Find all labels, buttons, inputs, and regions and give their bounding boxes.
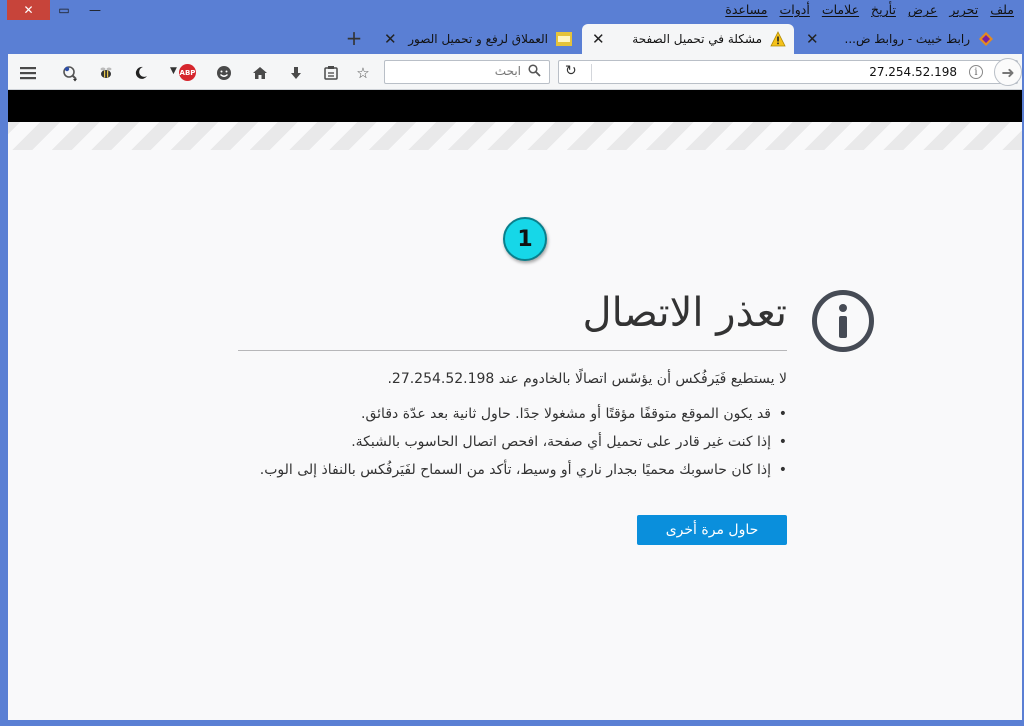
info-icon[interactable]: i (969, 65, 983, 79)
tab-malicious-link[interactable]: رابط خبيث - روابط ض... ✕ (796, 24, 1002, 54)
tab-title: رابط خبيث - روابط ض... (844, 32, 971, 46)
tab-image-host[interactable]: العملاق لرفع و تحميل الصور ✕ (374, 24, 580, 54)
error-reasons-list: • قد يكون الموقع متوقفًا مؤقتًا أو مشغولا… (227, 404, 787, 488)
menu-view[interactable]: عرض (908, 2, 937, 20)
divider (238, 350, 787, 351)
bullet-icon: • (778, 462, 787, 478)
warning-icon (770, 31, 786, 47)
info-circle-icon (812, 290, 874, 352)
black-banner (8, 90, 1022, 122)
bullet-icon: • (778, 434, 787, 450)
menu-bookmarks[interactable]: علامات (822, 2, 859, 20)
maximize-icon: ▭ (58, 3, 70, 17)
menu-bar: ملف تحرير عرض تأريخ علامات أدوات مساعدة (725, 2, 1014, 20)
menu-tools[interactable]: أدوات (780, 2, 810, 20)
bee-icon[interactable] (96, 63, 116, 83)
browser-window: ✕ ▭ — ملف تحرير عرض تأريخ علامات أدوات م… (0, 0, 1024, 726)
adblock-plus-icon[interactable]: ABP (179, 64, 196, 81)
chevron-down-icon[interactable]: ▼ (170, 66, 177, 76)
step-number-badge: 1 (503, 217, 547, 261)
search-icon (528, 64, 541, 81)
search-bar[interactable] (384, 60, 550, 84)
window-maximize-button[interactable]: ▭ (55, 0, 73, 20)
moon-icon[interactable] (131, 63, 151, 83)
list-item: • قد يكون الموقع متوقفًا مؤقتًا أو مشغولا… (361, 406, 787, 422)
reload-icon[interactable]: ↻ (565, 63, 577, 79)
new-tab-button[interactable]: + (344, 26, 364, 50)
menu-help[interactable]: مساعدة (725, 2, 767, 20)
reader-list-icon[interactable] (321, 63, 341, 83)
url-text[interactable]: 27.254.52.198 (869, 65, 957, 79)
menu-icon[interactable] (18, 63, 38, 83)
divider (591, 64, 592, 81)
close-icon: ✕ (23, 3, 34, 17)
navigation-toolbar: 27.254.52.198 i ↻ ➜ ☆ ABP ▼ (8, 54, 1022, 90)
window-close-button[interactable]: ✕ (7, 0, 50, 20)
download-icon[interactable] (286, 63, 306, 83)
window-minimize-button[interactable]: — (86, 0, 104, 20)
back-button[interactable]: ➜ (994, 58, 1022, 86)
bullet-icon: • (778, 406, 787, 422)
close-tab-icon[interactable]: ✕ (806, 30, 819, 48)
smiley-icon[interactable] (214, 63, 234, 83)
window-border (0, 720, 1024, 726)
tab-strip: رابط خبيث - روابط ض... ✕ مشكلة في تحميل … (0, 24, 1024, 54)
menu-file[interactable]: ملف (990, 2, 1014, 20)
list-item: • إذا كنت غير قادر على تحميل أي صفحة، افح… (351, 434, 787, 450)
warning-stripes (8, 122, 1022, 150)
try-again-button[interactable]: حاول مرة أخرى (637, 515, 787, 545)
extension-icon[interactable] (60, 63, 80, 83)
tab-page-load-problem[interactable]: مشكلة في تحميل الصفحة ✕ (582, 24, 794, 54)
title-bar: ✕ ▭ — ملف تحرير عرض تأريخ علامات أدوات م… (0, 0, 1024, 22)
tab-title: مشكلة في تحميل الصفحة (632, 32, 762, 46)
site-logo-icon (978, 31, 994, 47)
star-icon[interactable]: ☆ (353, 63, 373, 83)
close-tab-icon[interactable]: ✕ (384, 30, 397, 48)
menu-history[interactable]: تأريخ (871, 2, 896, 20)
error-title: تعذر الاتصال (582, 290, 787, 336)
tab-title: العملاق لرفع و تحميل الصور (408, 32, 548, 46)
image-host-icon (556, 31, 572, 47)
close-tab-icon[interactable]: ✕ (592, 30, 605, 48)
menu-edit[interactable]: تحرير (949, 2, 978, 20)
url-bar[interactable]: 27.254.52.198 i ↻ (558, 60, 1018, 84)
search-input[interactable] (401, 64, 521, 78)
list-item: • إذا كان حاسوبك محميًا بجدار ناري أو وسي… (259, 462, 787, 478)
minimize-icon: — (89, 3, 101, 17)
home-icon[interactable] (250, 63, 270, 83)
back-icon: ➜ (1001, 62, 1015, 82)
error-description: لا يستطيع فَيَرفُكس أن يؤسّس اتصالًا بال… (387, 371, 787, 387)
